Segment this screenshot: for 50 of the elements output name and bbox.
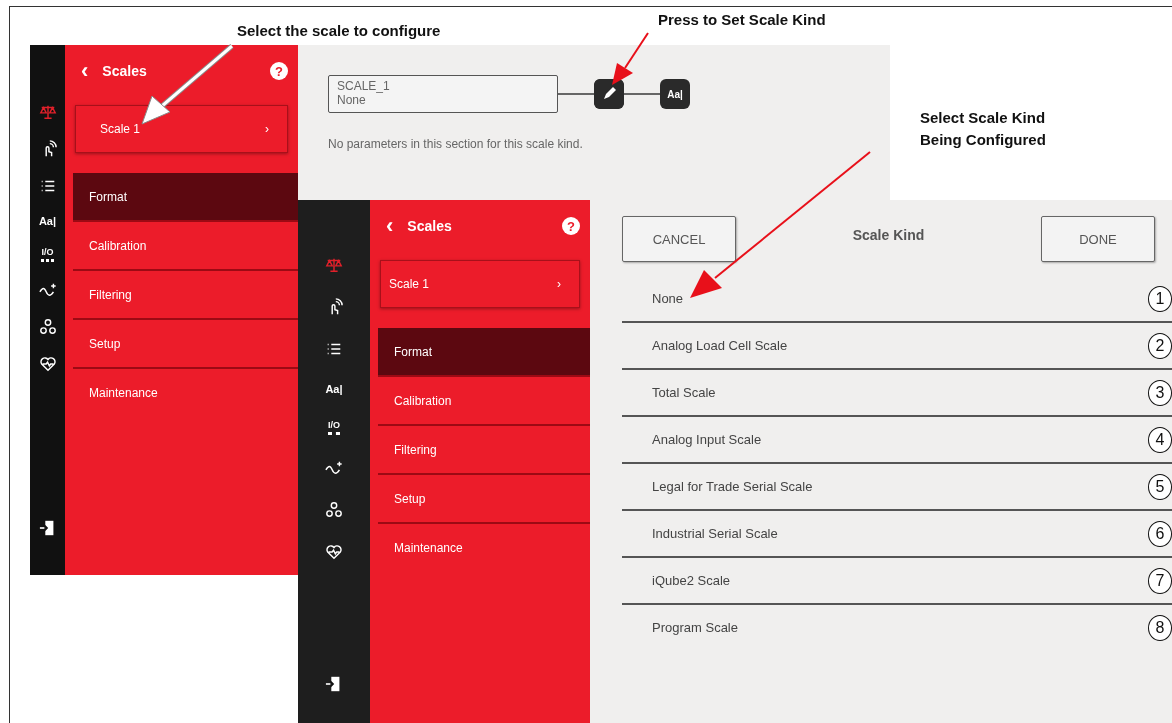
callout-number: 6 [1148,520,1172,547]
callout-number: 5 [1148,473,1172,500]
annotation-text: Press to Set Scale Kind [658,11,826,28]
back-button[interactable]: ‹ [81,60,89,82]
font-size-button[interactable]: Aa| [325,382,343,396]
heart-icon[interactable] [38,355,57,373]
scale-selector[interactable]: Scale 1 › [380,260,580,308]
info-message: No parameters in this section for this scale kind. [328,137,584,151]
panel-title: Scales [407,218,453,234]
io-button[interactable]: I/O [41,247,54,262]
heart-icon[interactable] [325,543,343,561]
scale-kind-option[interactable]: Total Scale 3 [622,370,1172,417]
network-icon[interactable] [38,318,57,336]
scale-icon[interactable] [325,256,343,274]
scale-kind-option[interactable]: Analog Load Cell Scale 2 [622,323,1172,370]
font-size-button[interactable]: Aa| [38,214,57,228]
scale-icon[interactable] [38,103,57,121]
help-button[interactable]: ? [270,62,288,80]
callout-number: 2 [1148,332,1172,359]
callout-number: 7 [1148,567,1172,594]
menu-item[interactable]: Format [73,173,298,222]
pencil-icon[interactable] [594,79,624,109]
cancel-button[interactable]: CANCEL [622,216,736,262]
menu-item[interactable]: Maintenance [378,524,590,571]
annotation-text: Select the scale to configure [237,22,441,39]
io-button[interactable]: I/O [328,420,340,435]
network-icon[interactable] [325,501,343,519]
done-button[interactable]: DONE [1041,216,1155,262]
dialog-title: Scale Kind [852,227,925,243]
back-button[interactable]: ‹ [386,215,394,237]
scale-kind-option[interactable]: Legal for Trade Serial Scale 5 [622,464,1172,511]
scale-kind-option[interactable]: iQube2 Scale 7 [622,558,1172,605]
annotation-text: Select Scale Kind Being Configured [920,108,1047,150]
callout-number: 3 [1148,379,1172,406]
callout-number: 1 [1148,285,1172,312]
scale-name-field[interactable]: SCALE_1 None [328,75,558,113]
scale-selector[interactable]: Scale 1 › [75,105,288,153]
pointer-arrow [612,32,649,85]
callout-number: 4 [1148,426,1172,453]
help-button[interactable]: ? [562,217,580,235]
font-size-button[interactable]: Aa| [660,79,690,109]
panel-title: Scales [102,63,148,79]
menu-item[interactable]: Format [378,328,590,377]
signal-icon[interactable] [325,459,343,477]
menu-item[interactable]: Maintenance [73,369,298,416]
scale-kind-option[interactable]: Program Scale 8 [622,605,1172,650]
callout-number: 8 [1148,614,1172,641]
signal-icon[interactable] [38,281,57,299]
scale-kind-option[interactable]: Analog Input Scale 4 [622,417,1172,464]
scale-kind-option[interactable]: Industrial Serial Scale 6 [622,511,1172,558]
